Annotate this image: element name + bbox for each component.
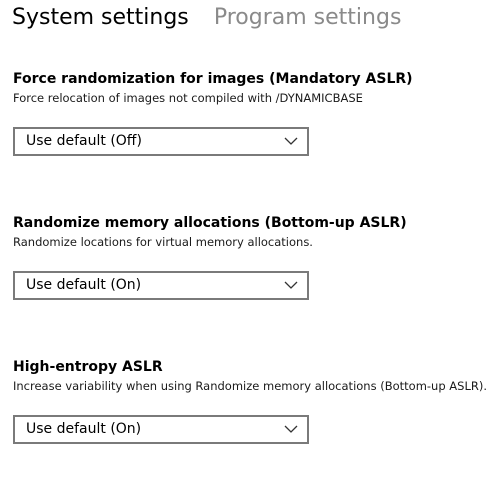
section-bottom-up-aslr: Randomize memory allocations (Bottom-up … [13,214,483,300]
settings-tabs: System settings Program settings [12,3,401,33]
dropdown-value: Use default (On) [26,277,142,293]
chevron-down-icon [284,424,298,434]
tab-program-settings[interactable]: Program settings [214,3,402,33]
section-title: Randomize memory allocations (Bottom-up … [13,215,407,231]
bottom-up-aslr-dropdown[interactable]: Use default (On) [13,271,309,300]
chevron-down-icon [284,280,298,290]
section-title: High-entropy ASLR [13,359,163,375]
chevron-down-icon [284,136,298,146]
dropdown-value: Use default (Off) [26,133,142,149]
high-entropy-aslr-dropdown[interactable]: Use default (On) [13,415,309,444]
section-high-entropy-aslr: High-entropy ASLR Increase variability w… [13,358,486,444]
dropdown-value: Use default (On) [26,421,142,437]
tab-system-settings[interactable]: System settings [12,3,189,33]
section-description: Increase variability when using Randomiz… [13,379,486,393]
section-title: Force randomization for images (Mandator… [13,71,413,87]
section-description: Randomize locations for virtual memory a… [13,235,313,249]
mandatory-aslr-dropdown[interactable]: Use default (Off) [13,127,309,156]
section-mandatory-aslr: Force randomization for images (Mandator… [13,70,483,156]
section-description: Force relocation of images not compiled … [13,91,363,105]
